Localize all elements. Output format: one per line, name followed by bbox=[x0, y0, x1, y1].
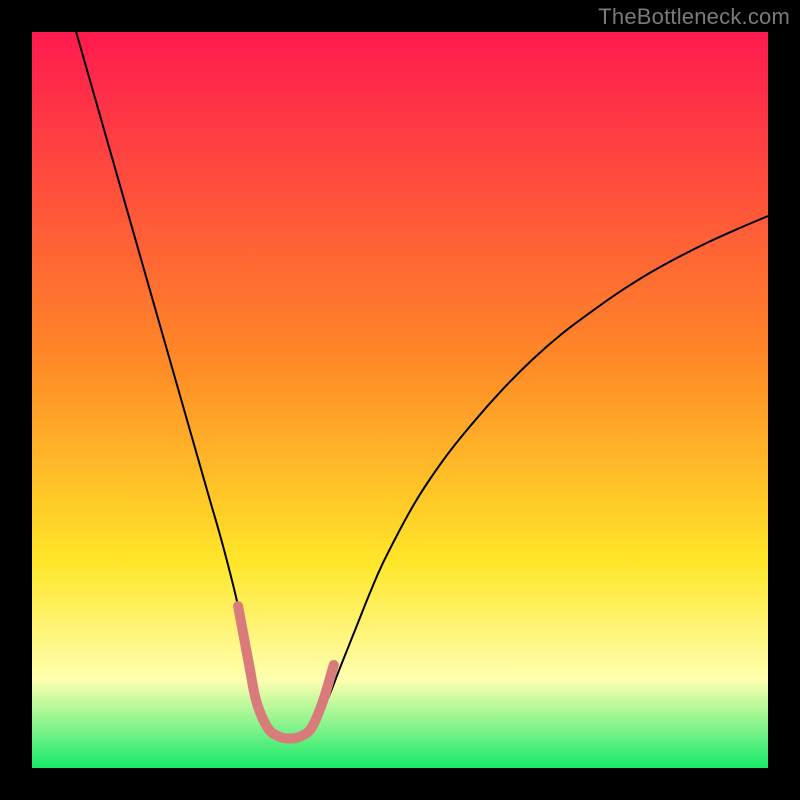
watermark-text: TheBottleneck.com bbox=[598, 4, 790, 30]
plot-area bbox=[32, 32, 768, 768]
plot-svg bbox=[32, 32, 768, 768]
chart-frame: TheBottleneck.com bbox=[0, 0, 800, 800]
gradient-background bbox=[32, 32, 768, 768]
